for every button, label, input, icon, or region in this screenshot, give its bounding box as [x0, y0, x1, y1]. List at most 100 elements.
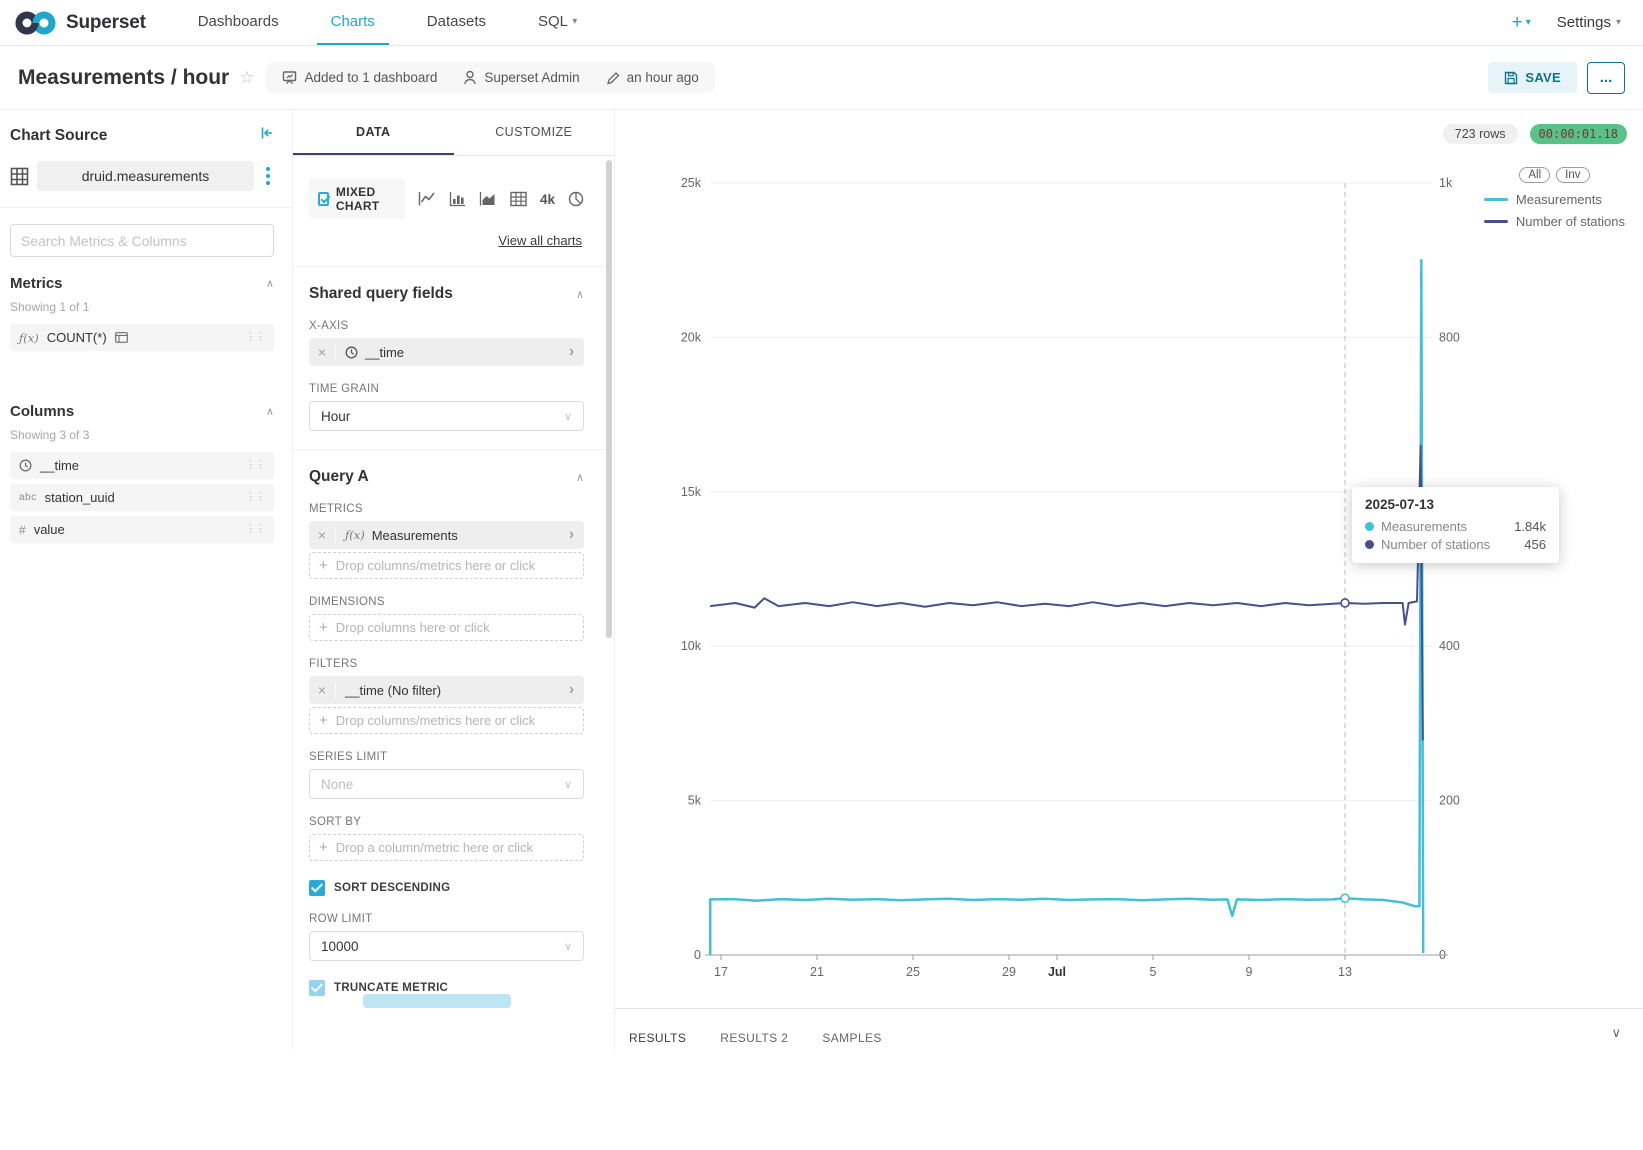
- legend-all-button[interactable]: All: [1519, 167, 1550, 183]
- view-all-charts-link[interactable]: View all charts: [309, 233, 582, 248]
- close-icon[interactable]: ×: [309, 682, 336, 698]
- plus-icon: +: [319, 557, 328, 574]
- column-item-station-uuid[interactable]: abc station_uuid ⋮⋮: [10, 484, 274, 511]
- chart-source-panel: Chart Source druid.measurements Metrics …: [0, 110, 293, 1050]
- big-number-chart-icon[interactable]: 4k: [540, 192, 555, 207]
- dashboards-badge[interactable]: Added to 1 dashboard: [282, 70, 437, 85]
- more-options-button[interactable]: ...: [1587, 62, 1625, 94]
- plus-icon: +: [1512, 12, 1523, 34]
- control-panel: DATA CUSTOMIZE MIXED CHART 4k: [293, 110, 615, 1050]
- chevron-up-icon[interactable]: ∧: [576, 288, 584, 301]
- sort-by-dropzone[interactable]: + Drop a column/metric here or click: [309, 834, 584, 861]
- column-item-value[interactable]: # value ⋮⋮: [10, 516, 274, 543]
- tab-results[interactable]: RESULTS: [629, 1031, 686, 1045]
- metric-item-count[interactable]: ƒ(x) COUNT(*) ⋮⋮: [10, 324, 274, 351]
- owner-badge[interactable]: Superset Admin: [463, 70, 579, 85]
- nav-charts[interactable]: Charts: [317, 0, 389, 45]
- collapse-panel-icon[interactable]: [260, 126, 274, 145]
- pie-chart-icon[interactable]: [568, 191, 584, 207]
- svg-text:15k: 15k: [681, 485, 702, 499]
- checkbox-checked-icon: [318, 192, 329, 206]
- control-panel-scrollbar[interactable]: [606, 160, 612, 638]
- superset-brand[interactable]: Superset: [0, 0, 172, 45]
- column-item-time[interactable]: __time ⋮⋮: [10, 452, 274, 479]
- certified-badge-icon: [115, 332, 128, 343]
- svg-text:1k: 1k: [1439, 176, 1453, 190]
- settings-menu[interactable]: Settings ▾: [1557, 14, 1621, 31]
- metrics-label: METRICS: [309, 503, 584, 515]
- metric-field-measurements[interactable]: × ƒ(x) Measurements ›: [309, 521, 584, 549]
- row-limit-select[interactable]: 10000 ∨: [309, 931, 584, 961]
- svg-text:25: 25: [906, 965, 920, 979]
- nav-sql[interactable]: SQL ▾: [524, 0, 591, 45]
- chart-container: 723 rows 00:00:01.18 All Inv Measurement…: [615, 110, 1643, 1050]
- caret-down-icon: ∨: [564, 410, 572, 423]
- caret-right-icon[interactable]: ›: [559, 343, 584, 361]
- checkbox-checked-icon: [309, 880, 325, 896]
- tab-samples[interactable]: SAMPLES: [822, 1031, 882, 1045]
- line-chart-icon[interactable]: [418, 191, 436, 207]
- time-grain-select[interactable]: Hour ∨: [309, 401, 584, 431]
- function-icon: ƒ(x): [19, 331, 39, 345]
- favorite-star-icon[interactable]: ☆: [239, 68, 254, 88]
- series-limit-select[interactable]: None ∨: [309, 769, 584, 799]
- search-metrics-input[interactable]: [10, 224, 274, 257]
- series-dot-icon: [1365, 522, 1374, 531]
- dataset-options-kebab-icon[interactable]: [262, 163, 274, 189]
- bar-chart-icon[interactable]: [449, 191, 466, 207]
- viz-type-mixed-chart[interactable]: MIXED CHART: [309, 179, 405, 219]
- legend-inv-button[interactable]: Inv: [1556, 167, 1589, 183]
- caret-right-icon[interactable]: ›: [559, 526, 584, 544]
- tab-customize[interactable]: CUSTOMIZE: [454, 110, 615, 155]
- filters-label: FILTERS: [309, 658, 584, 670]
- page-title: Measurements / hour: [18, 66, 229, 90]
- truncate-metric-tooltip-fragment: [363, 994, 511, 1008]
- superset-logo-icon: [14, 10, 58, 36]
- area-chart-icon[interactable]: [479, 191, 497, 207]
- chart-meta-group: Added to 1 dashboard Superset Admin an h…: [266, 62, 714, 93]
- query-a-title: Query A: [309, 468, 369, 486]
- chevron-up-icon[interactable]: ∧: [576, 471, 584, 484]
- last-modified-badge[interactable]: an hour ago: [606, 70, 699, 85]
- save-button[interactable]: SAVE: [1488, 62, 1577, 93]
- svg-text:21: 21: [810, 965, 824, 979]
- caret-down-icon: ∨: [564, 940, 572, 953]
- caret-down-icon: ▾: [1616, 17, 1621, 28]
- filter-field-time[interactable]: × __time (No filter) ›: [309, 676, 584, 704]
- svg-text:200: 200: [1439, 794, 1460, 808]
- dataset-selector[interactable]: druid.measurements: [37, 161, 254, 191]
- chevron-up-icon[interactable]: ∧: [266, 277, 274, 290]
- close-icon[interactable]: ×: [309, 527, 336, 543]
- x-axis-field[interactable]: × __time ›: [309, 338, 584, 366]
- chart-source-title: Chart Source: [10, 127, 107, 145]
- legend-item-measurements[interactable]: Measurements: [1484, 192, 1625, 207]
- nav-datasets[interactable]: Datasets: [413, 0, 500, 45]
- sort-descending-checkbox[interactable]: SORT DESCENDING: [309, 880, 584, 896]
- metrics-dropzone[interactable]: + Drop columns/metrics here or click: [309, 552, 584, 579]
- table-icon: [10, 167, 29, 186]
- svg-text:17: 17: [714, 965, 728, 979]
- drag-handle-icon[interactable]: ⋮⋮: [245, 461, 265, 470]
- caret-right-icon[interactable]: ›: [559, 681, 584, 699]
- drag-handle-icon[interactable]: ⋮⋮: [245, 333, 265, 342]
- new-item-button[interactable]: + ▾: [1512, 12, 1531, 34]
- drag-handle-icon[interactable]: ⋮⋮: [245, 525, 265, 534]
- tab-results-2[interactable]: RESULTS 2: [720, 1031, 788, 1045]
- pencil-icon: [606, 71, 620, 85]
- collapse-results-chevron-icon[interactable]: ∨: [1611, 1025, 1621, 1041]
- svg-text:5k: 5k: [688, 794, 702, 808]
- time-grain-label: TIME GRAIN: [309, 383, 584, 395]
- chevron-up-icon[interactable]: ∧: [266, 405, 274, 418]
- drag-handle-icon[interactable]: ⋮⋮: [245, 493, 265, 502]
- close-icon[interactable]: ×: [309, 344, 336, 360]
- nav-dashboards[interactable]: Dashboards: [184, 0, 293, 45]
- dimensions-dropzone[interactable]: + Drop columns here or click: [309, 614, 584, 641]
- tab-data[interactable]: DATA: [293, 110, 454, 155]
- filters-dropzone[interactable]: + Drop columns/metrics here or click: [309, 707, 584, 734]
- table-chart-icon[interactable]: [510, 191, 527, 207]
- svg-text:20k: 20k: [681, 330, 702, 344]
- legend-item-number-of-stations[interactable]: Number of stations: [1484, 214, 1625, 229]
- user-icon: [463, 70, 477, 85]
- caret-down-icon: ∨: [564, 778, 572, 791]
- plus-icon: +: [319, 712, 328, 729]
